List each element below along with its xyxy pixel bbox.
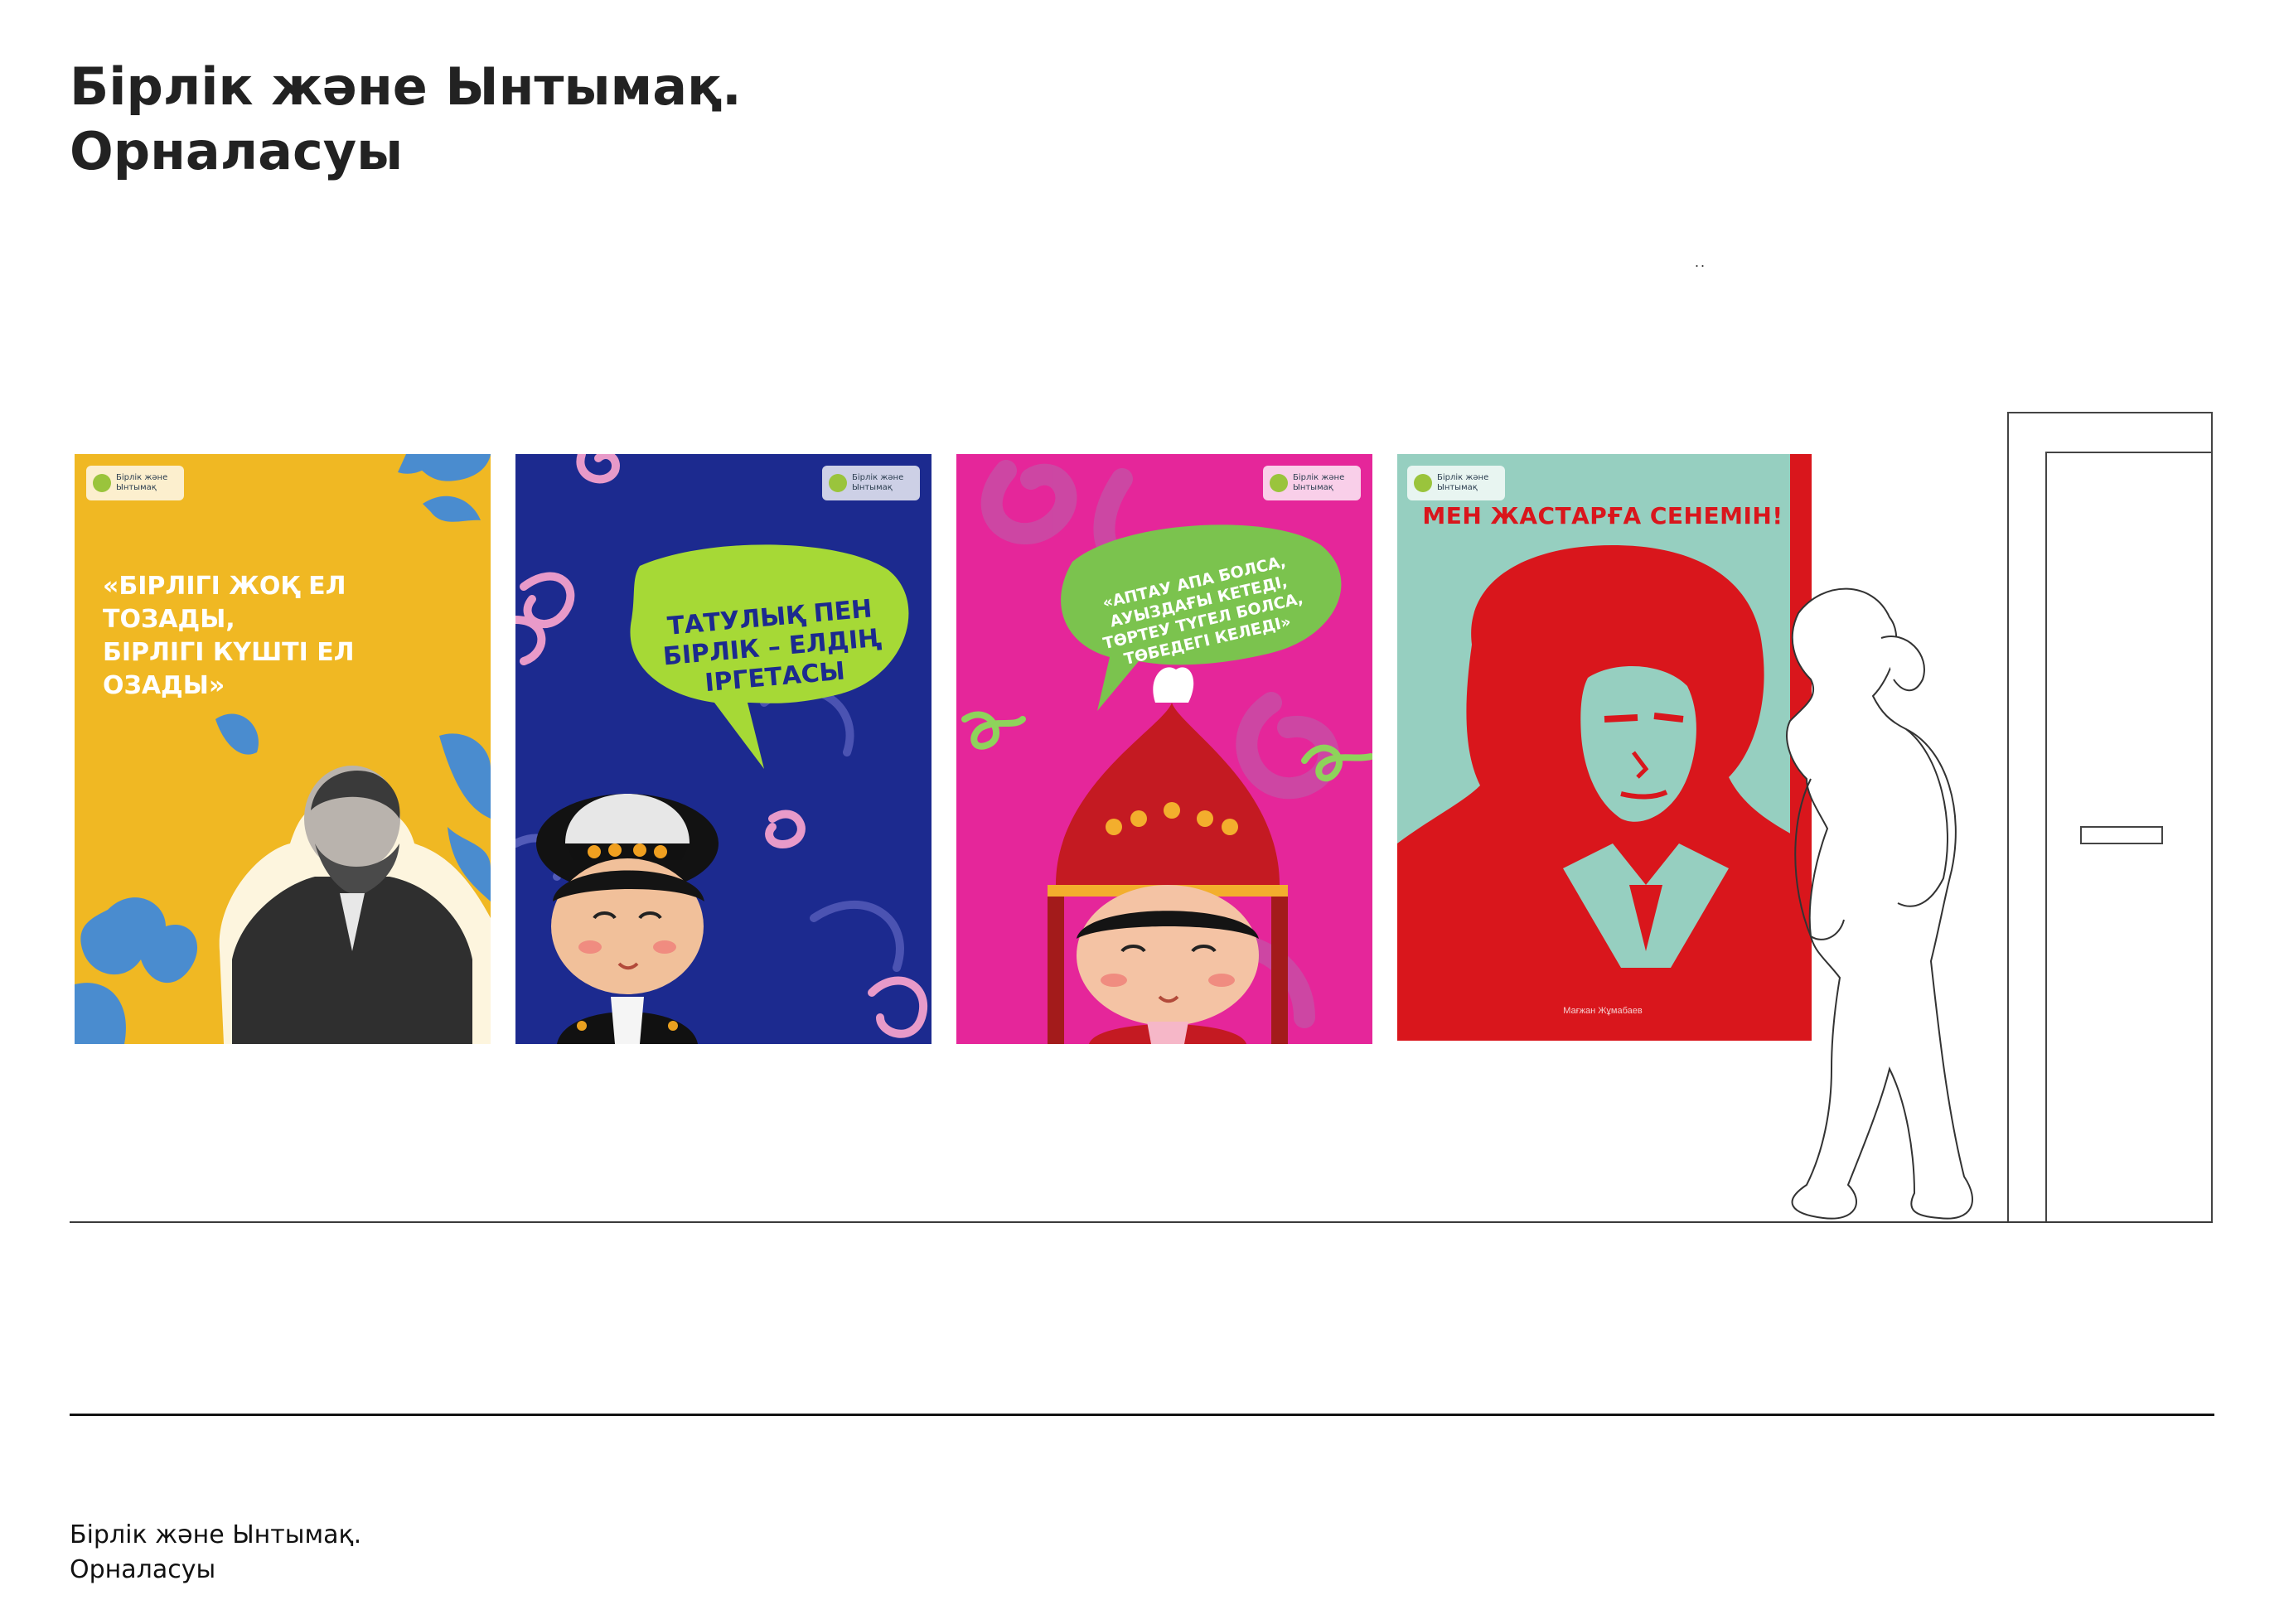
footer-caption: Бірлік және Ынтымақ. Орналасуы: [70, 1518, 361, 1588]
page-title-line1: Бірлік және Ынтымақ.: [70, 56, 742, 117]
door-panel: [2045, 452, 2213, 1222]
kazakh-boy-illustration: [536, 794, 719, 1044]
page-title: Бірлік және Ынтымақ. Орналасуы: [70, 55, 742, 184]
kazakh-girl-illustration: [1048, 667, 1288, 1044]
door-outline: [2007, 412, 2213, 1222]
poster-proverb-girl: Бірлік және Ынтымақ «АПТАУ АПА БОЛСА, АУ…: [956, 454, 1372, 1044]
portrait-image: [219, 766, 491, 1044]
poster-unity-quote: Бірлік және Ынтымақ «БІРЛІГІ ЖОҚ ЕЛ ТОЗА…: [75, 454, 491, 1044]
poster-harmony-boy: Бірлік және Ынтымақ ТАТУЛЫҚ ПЕН БІРЛІК –…: [515, 454, 932, 1044]
floor-line: [70, 1221, 2213, 1223]
page-title-line2: Орналасуы: [70, 121, 404, 181]
child-silhouette: [1786, 587, 1973, 1220]
footer-divider: [70, 1414, 2214, 1416]
door-handle: [2080, 826, 2163, 844]
footer-line1: Бірлік және Ынтымақ.: [70, 1520, 362, 1549]
marker-dots: ..: [1695, 254, 1707, 270]
footer-line2: Орналасуы: [70, 1555, 216, 1584]
